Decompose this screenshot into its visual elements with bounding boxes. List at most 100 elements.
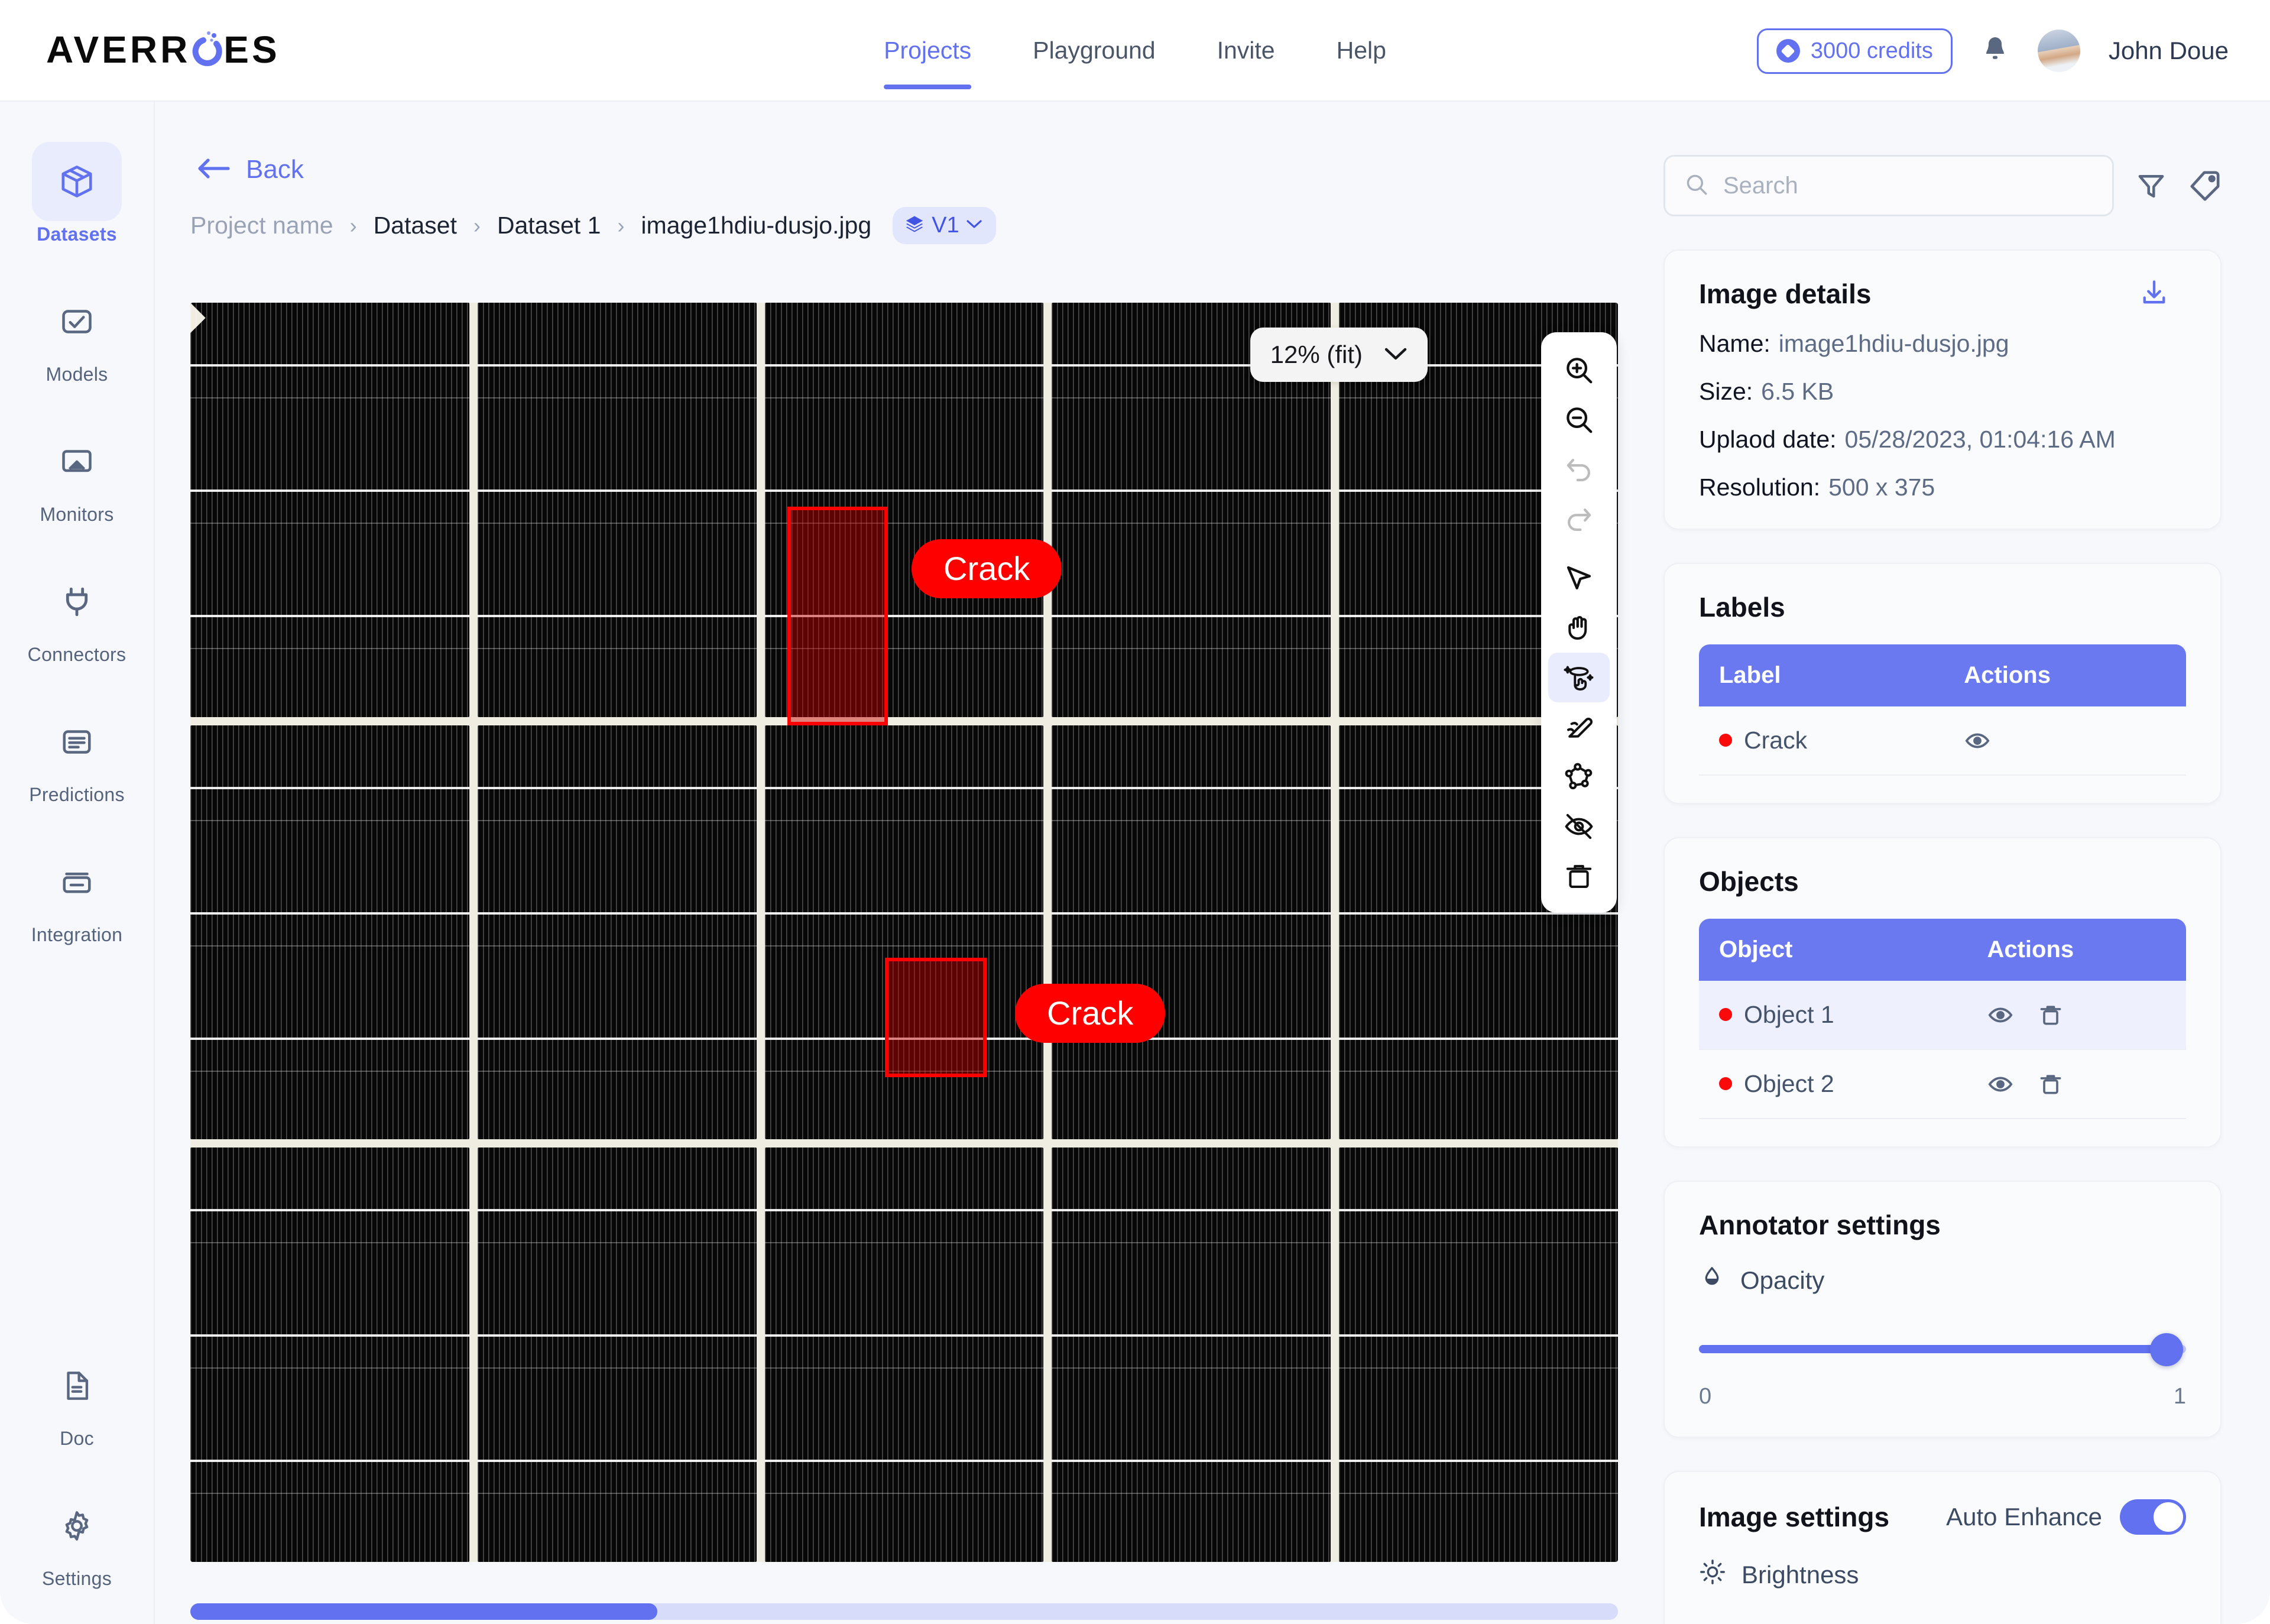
pan-hand-icon[interactable] [1548, 603, 1610, 653]
credits-button[interactable]: 3000 credits [1757, 28, 1953, 74]
zoom-level-value: 12% (fit) [1270, 341, 1363, 369]
labels-col-actions: Actions [1944, 644, 2186, 706]
brand-logo-orb-icon [190, 33, 223, 66]
nav-projects[interactable]: Projects [884, 0, 971, 101]
sidebar-item-models[interactable]: Models [23, 282, 131, 385]
download-icon[interactable] [2139, 278, 2170, 312]
search-box[interactable] [1663, 155, 2114, 216]
breadcrumb-separator-icon: › [617, 213, 624, 238]
redo-icon[interactable] [1548, 494, 1610, 544]
sidebar-item-label: Integration [31, 924, 123, 946]
nav-invite[interactable]: Invite [1217, 0, 1275, 101]
object-name-cell: Object 1 [1699, 981, 1967, 1049]
panel-cell [1052, 725, 1331, 1140]
label-actions-cell [1944, 706, 2186, 775]
eye-icon[interactable] [1964, 727, 1991, 754]
brush-icon[interactable] [1548, 702, 1610, 752]
magic-select-icon[interactable] [1548, 653, 1610, 702]
doc-icon [32, 1346, 122, 1425]
detail-row-size: Size:6.5 KB [1699, 378, 2186, 406]
brightness-label: Brightness [1742, 1561, 1859, 1589]
detail-label: Size: [1699, 378, 1753, 405]
back-button[interactable]: Back [196, 155, 304, 184]
gear-icon [32, 1486, 122, 1565]
eye-icon[interactable] [1987, 1071, 2014, 1098]
nav-help[interactable]: Help [1337, 0, 1386, 101]
zoom-in-icon[interactable] [1548, 345, 1610, 395]
opacity-slider-fill [1699, 1345, 2167, 1353]
image-settings-title: Image settings [1699, 1501, 1889, 1533]
sidebar-item-settings[interactable]: Settings [23, 1486, 131, 1590]
trash-icon[interactable] [2038, 1002, 2064, 1028]
trash-icon[interactable] [2038, 1071, 2064, 1097]
opacity-slider-knob[interactable] [2150, 1333, 2183, 1366]
search-input[interactable] [1723, 173, 2093, 199]
table-row[interactable]: Object 2 [1699, 1049, 2186, 1119]
objects-table: Object Actions Object 1 [1699, 919, 2186, 1119]
back-label: Back [246, 155, 304, 184]
panel-cell [478, 303, 757, 717]
sidebar-item-datasets[interactable]: Datasets [23, 142, 131, 245]
sidebar-item-doc[interactable]: Doc [23, 1346, 131, 1450]
sidebar-item-connectors[interactable]: Connectors [23, 562, 131, 666]
annotation-label[interactable]: Crack [1015, 984, 1165, 1043]
image-settings-card: Image settings Auto Enhance Brightness [1663, 1471, 2222, 1624]
annotated-image[interactable]: Crack Crack [190, 303, 1618, 1562]
breadcrumb: Project name › Dataset › Dataset 1 › ima… [190, 207, 996, 244]
arrow-left-icon [196, 155, 231, 184]
brand-logo[interactable]: AVERR ES [46, 31, 280, 69]
tag-icon[interactable] [2188, 169, 2222, 202]
breadcrumb-dataset-1[interactable]: Dataset 1 [497, 212, 601, 239]
trash-icon[interactable] [1548, 851, 1610, 901]
breadcrumb-project-name[interactable]: Project name [190, 212, 333, 239]
detail-row-upload-date: Uplaod date:05/28/2023, 01:04:16 AM [1699, 426, 2186, 453]
detail-label: Uplaod date: [1699, 426, 1837, 453]
panel-cell [765, 1148, 1044, 1562]
scrollbar-thumb[interactable] [190, 1603, 657, 1620]
nav-playground[interactable]: Playground [1033, 0, 1155, 101]
breadcrumb-image-name[interactable]: image1hdiu-dusjo.jpg [641, 212, 871, 239]
filter-icon[interactable] [2135, 170, 2167, 202]
hide-eye-icon[interactable] [1548, 802, 1610, 851]
table-row[interactable]: Object 1 [1699, 981, 2186, 1049]
connector-icon [32, 562, 122, 641]
annotation-box[interactable] [787, 507, 888, 725]
sidebar-item-monitors[interactable]: Monitors [23, 422, 131, 526]
undo-icon[interactable] [1548, 445, 1610, 494]
annotation-label[interactable]: Crack [912, 539, 1062, 598]
table-header-row: Object Actions [1699, 919, 2186, 981]
breadcrumb-separator-icon: › [350, 213, 357, 238]
right-panel: Image details Name:image1hdiu-dusjo.jpg … [1615, 102, 2270, 1624]
opacity-slider[interactable] [1699, 1328, 2186, 1370]
zoom-level-select[interactable]: 12% (fit) [1250, 328, 1428, 382]
polygon-icon[interactable] [1548, 752, 1610, 802]
zoom-out-icon[interactable] [1548, 395, 1610, 445]
opacity-setting: Opacity [1699, 1265, 2186, 1296]
sidebar-item-label: Predictions [29, 784, 125, 806]
horizontal-scrollbar[interactable] [190, 1603, 1618, 1620]
version-selector[interactable]: V1 [893, 207, 995, 244]
image-details-title: Image details [1699, 278, 2186, 310]
panel-cell [190, 1148, 469, 1562]
chevron-down-icon [1384, 346, 1408, 364]
label-name: Crack [1744, 727, 1807, 754]
notification-bell-icon[interactable] [1981, 35, 2009, 66]
avatar[interactable] [2038, 30, 2080, 72]
eye-icon[interactable] [1987, 1001, 2014, 1029]
brand-logo-suffix: ES [223, 31, 280, 69]
cursor-select-icon[interactable] [1548, 553, 1610, 603]
table-row[interactable]: Crack [1699, 706, 2186, 775]
sidebar-item-integration[interactable]: Integration [23, 842, 131, 946]
breadcrumb-separator-icon: › [474, 213, 481, 238]
sidebar-item-predictions[interactable]: Predictions [23, 702, 131, 806]
image-settings-head: Image settings Auto Enhance [1699, 1499, 2186, 1535]
auto-enhance-toggle[interactable] [2120, 1499, 2186, 1535]
object-name: Object 1 [1744, 1001, 1834, 1028]
breadcrumb-dataset[interactable]: Dataset [374, 212, 457, 239]
prediction-list-icon [32, 702, 122, 782]
object-name-cell: Object 2 [1699, 1049, 1967, 1119]
labels-table: Label Actions Crack [1699, 644, 2186, 776]
annotation-box[interactable] [885, 958, 987, 1077]
detail-row-name: Name:image1hdiu-dusjo.jpg [1699, 330, 2186, 358]
object-actions-cell [1967, 1049, 2186, 1119]
